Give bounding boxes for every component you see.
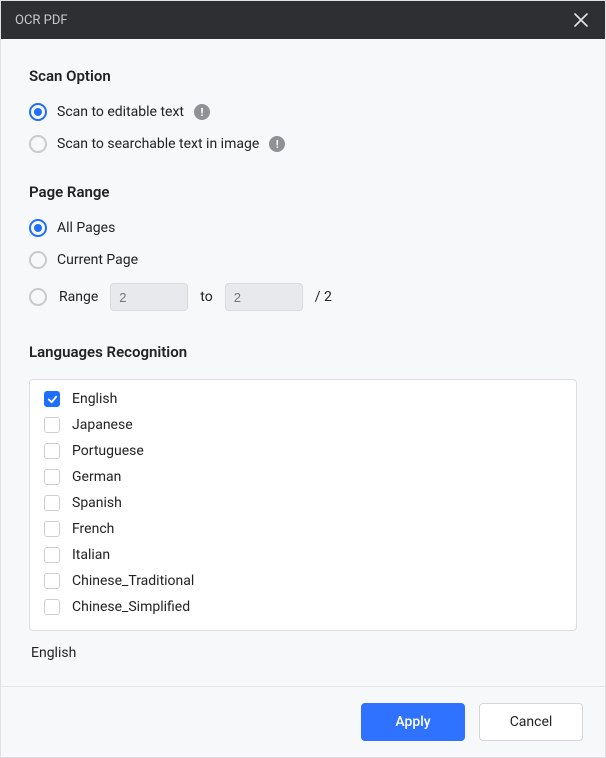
scan-option-title: Scan Option — [29, 67, 577, 85]
page-range-all-radio[interactable] — [29, 219, 47, 237]
language-checkbox[interactable] — [44, 573, 60, 589]
language-label: Japanese — [72, 417, 133, 433]
language-checkbox[interactable] — [44, 417, 60, 433]
page-range-to-text: to — [200, 289, 212, 305]
language-checkbox[interactable] — [44, 521, 60, 537]
page-range-from-input[interactable] — [110, 283, 188, 311]
language-checkbox[interactable] — [44, 547, 60, 563]
language-item[interactable]: Spanish — [30, 490, 576, 516]
language-label: Italian — [72, 547, 110, 563]
language-item[interactable]: German — [30, 464, 576, 490]
scan-editable-label: Scan to editable text — [57, 104, 184, 120]
language-checkbox[interactable] — [44, 495, 60, 511]
language-label: German — [72, 469, 121, 485]
page-range-current-row[interactable]: Current Page — [29, 251, 577, 269]
language-label: Chinese_Simplified — [72, 599, 190, 615]
language-label: Spanish — [72, 495, 122, 511]
cancel-button[interactable]: Cancel — [479, 703, 583, 741]
dialog-title: OCR PDF — [15, 13, 68, 28]
page-range-title: Page Range — [29, 183, 577, 201]
language-checkbox[interactable] — [44, 443, 60, 459]
page-range-all-label: All Pages — [57, 220, 115, 236]
language-item[interactable]: English — [30, 386, 576, 412]
scan-searchable-label: Scan to searchable text in image — [57, 136, 259, 152]
apply-button[interactable]: Apply — [361, 703, 465, 741]
language-item[interactable]: Japanese — [30, 412, 576, 438]
info-icon: ! — [269, 136, 285, 152]
page-range-current-label: Current Page — [57, 252, 138, 268]
page-range-total: / 2 — [315, 289, 332, 305]
languages-list[interactable]: English Japanese Portuguese German Spanish Fr… — [29, 379, 577, 631]
titlebar: OCR PDF — [1, 1, 605, 39]
language-checkbox[interactable] — [44, 599, 60, 615]
language-item[interactable]: Italian — [30, 542, 576, 568]
language-item[interactable]: French — [30, 516, 576, 542]
language-label: Portuguese — [72, 443, 144, 459]
scan-searchable-row[interactable]: Scan to searchable text in image ! — [29, 135, 577, 153]
dialog-footer: Apply Cancel — [1, 686, 605, 757]
close-icon — [574, 13, 588, 27]
language-item[interactable]: Chinese_Simplified — [30, 594, 576, 620]
page-range-custom-radio[interactable] — [29, 288, 47, 306]
page-range-custom-row[interactable]: Range to / 2 — [29, 283, 577, 311]
language-checkbox[interactable] — [44, 391, 60, 407]
scan-editable-radio[interactable] — [29, 103, 47, 121]
page-range-custom-label: Range — [59, 289, 98, 305]
language-label: Chinese_Traditional — [72, 573, 194, 589]
language-label: French — [72, 521, 114, 537]
languages-title: Languages Recognition — [29, 343, 577, 361]
page-range-to-input[interactable] — [225, 283, 303, 311]
check-icon — [47, 394, 58, 405]
language-label: English — [72, 391, 117, 407]
language-item[interactable]: Portuguese — [30, 438, 576, 464]
language-checkbox[interactable] — [44, 469, 60, 485]
page-range-all-row[interactable]: All Pages — [29, 219, 577, 237]
scan-editable-row[interactable]: Scan to editable text ! — [29, 103, 577, 121]
language-item[interactable]: Chinese_Traditional — [30, 568, 576, 594]
close-button[interactable] — [571, 10, 591, 30]
dialog-content: Scan Option Scan to editable text ! Scan… — [1, 39, 605, 686]
page-range-current-radio[interactable] — [29, 251, 47, 269]
ocr-dialog: OCR PDF Scan Option Scan to editable tex… — [0, 0, 606, 758]
scan-searchable-radio[interactable] — [29, 135, 47, 153]
info-icon: ! — [194, 104, 210, 120]
selected-languages-summary: English — [29, 631, 577, 669]
